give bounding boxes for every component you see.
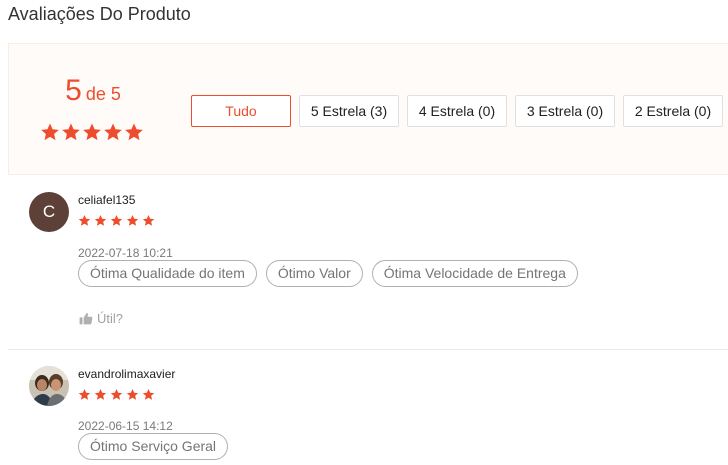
star-icon xyxy=(126,214,139,226)
star-icon xyxy=(41,123,59,141)
section-title: Avaliações Do Produto xyxy=(8,4,191,24)
review-tags: Ótimo Serviço Geral xyxy=(78,433,229,460)
rating-score: 5 de 5 xyxy=(9,74,177,108)
helpful-button[interactable]: Útil? xyxy=(79,311,123,326)
star-icon xyxy=(78,214,91,226)
star-icon xyxy=(142,214,155,226)
rating-stars xyxy=(40,122,144,142)
filter-4-stars-button[interactable]: 4 Estrela (0) xyxy=(407,95,507,127)
star-icon xyxy=(142,388,155,400)
star-icon xyxy=(62,123,80,141)
avatar[interactable]: C xyxy=(29,192,69,232)
review-tag: Ótima Velocidade de Entrega xyxy=(371,260,578,287)
review-stars xyxy=(78,214,155,227)
star-icon xyxy=(94,388,107,400)
review-divider xyxy=(8,349,728,350)
review-tag: Ótimo Valor xyxy=(265,260,363,287)
rating-score-max: de 5 xyxy=(85,84,121,104)
filter-2-stars-button[interactable]: 2 Estrela (0) xyxy=(623,95,723,127)
thumbs-up-icon xyxy=(79,312,93,325)
star-icon xyxy=(94,214,107,226)
rating-overview: 5 de 5 Tudo 5 Estrela (3) 4 Estrela (0) 3… xyxy=(8,43,728,175)
review-date: 2022-07-18 10:21 xyxy=(78,246,173,260)
filter-5-stars-button[interactable]: 5 Estrela (3) xyxy=(299,95,399,127)
review-stars xyxy=(78,388,155,401)
star-icon xyxy=(126,388,139,400)
star-icon xyxy=(104,123,122,141)
review-tag: Ótimo Serviço Geral xyxy=(78,433,229,460)
filter-all-button[interactable]: Tudo xyxy=(191,95,291,127)
star-icon xyxy=(125,123,143,141)
review-date: 2022-06-15 14:12 xyxy=(78,419,173,433)
review-tag: Ótima Qualidade do item xyxy=(78,260,257,287)
avatar-photo xyxy=(29,366,69,406)
review-tags: Ótima Qualidade do item Ótimo Valor Ótim… xyxy=(78,260,578,287)
review-username[interactable]: evandrolimaxavier xyxy=(78,367,175,381)
star-icon xyxy=(110,214,123,226)
helpful-label: Útil? xyxy=(97,311,124,326)
star-icon xyxy=(83,123,101,141)
avatar[interactable] xyxy=(29,366,69,406)
star-icon xyxy=(110,388,123,400)
filter-3-stars-button[interactable]: 3 Estrela (0) xyxy=(515,95,615,127)
review-username[interactable]: celiafel135 xyxy=(78,193,135,207)
star-icon xyxy=(78,388,91,400)
rating-score-value: 5 xyxy=(65,74,82,107)
